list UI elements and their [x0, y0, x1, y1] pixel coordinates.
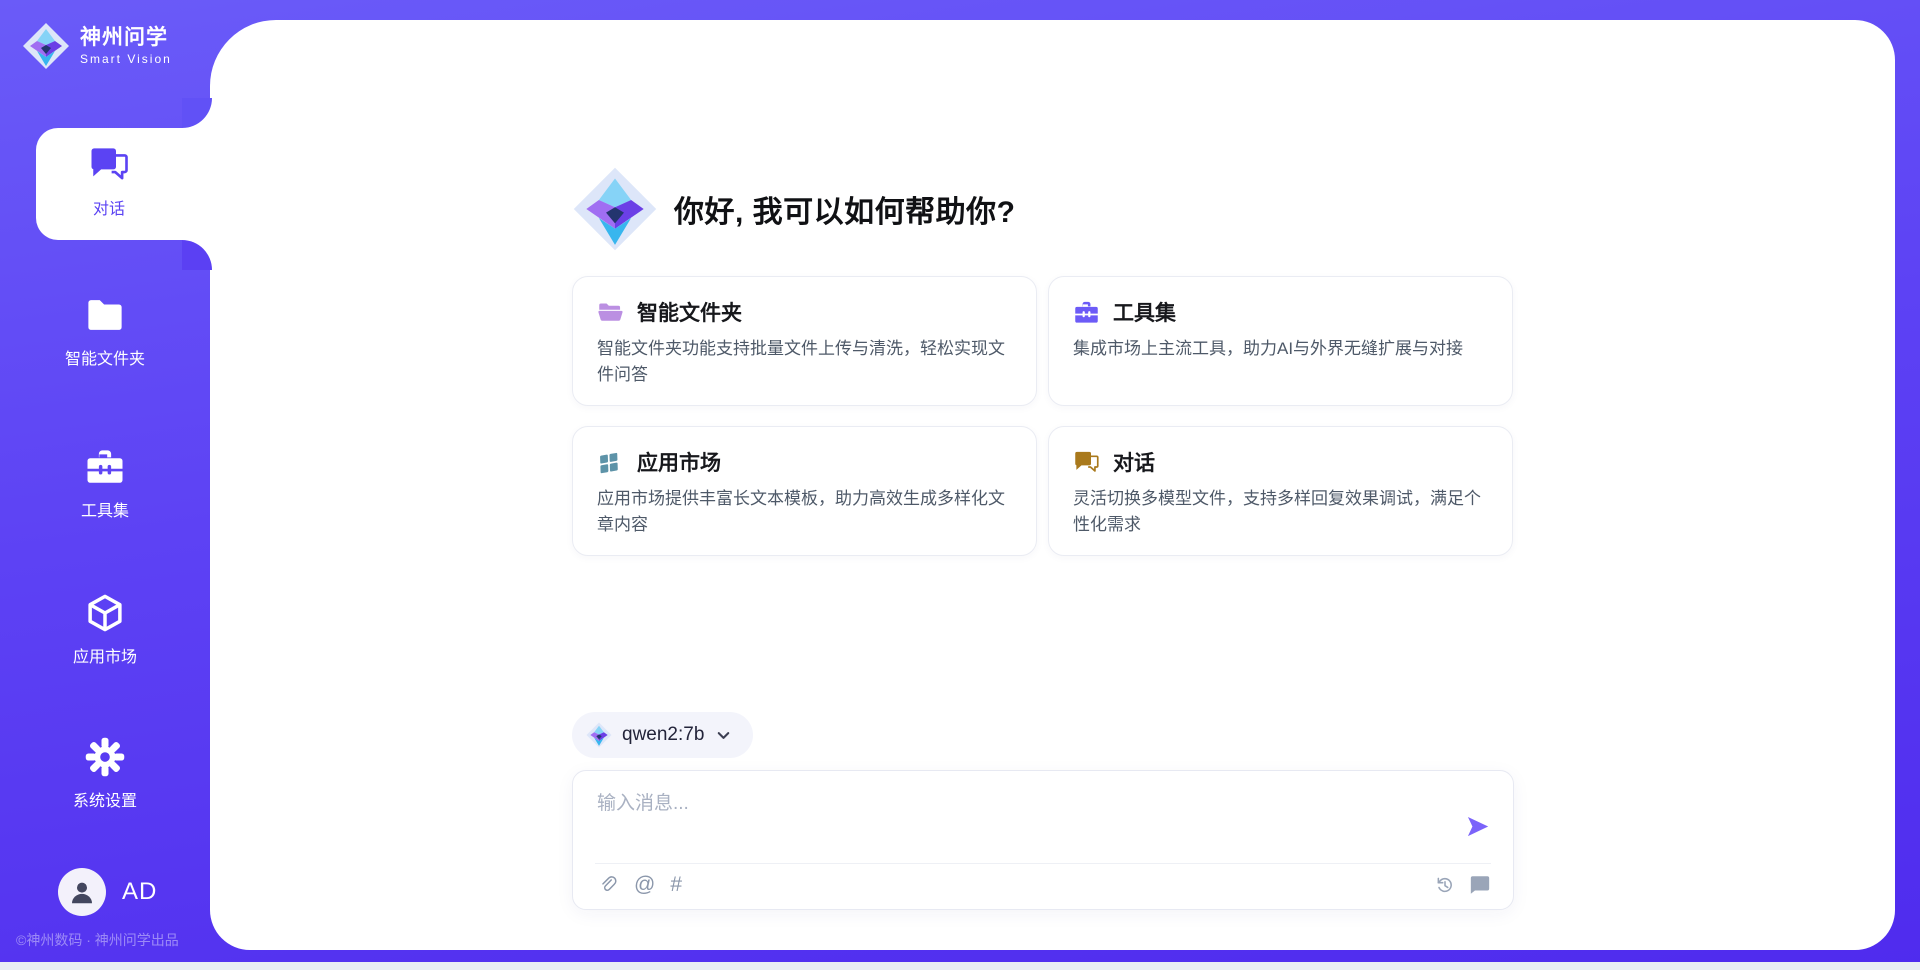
sidebar-item-toolkit[interactable]: 工具集	[30, 446, 180, 521]
person-icon	[67, 877, 97, 907]
card-chat[interactable]: 对话 灵活切换多模型文件，支持多样回复效果调试，满足个性化需求	[1048, 426, 1513, 556]
card-title: 工具集	[1113, 297, 1176, 327]
card-smart-folder[interactable]: 智能文件夹 智能文件夹功能支持批量文件上传与清洗，轻松实现文件问答	[572, 276, 1037, 406]
sidebar-item-chat[interactable]: 对话	[36, 144, 182, 219]
card-title: 对话	[1113, 447, 1155, 477]
sidebar-footer: ©神州数码 · 神州问学出品	[16, 930, 216, 950]
greeting-row: 你好, 我可以如何帮助你?	[572, 166, 1016, 252]
folder-open-icon	[597, 299, 624, 326]
bottom-edge-strip	[0, 962, 1920, 970]
message-input[interactable]	[597, 787, 1437, 821]
card-description: 灵活切换多模型文件，支持多样回复效果调试，满足个性化需求	[1073, 486, 1488, 537]
card-title: 智能文件夹	[637, 297, 742, 327]
card-app-market[interactable]: 应用市场 应用市场提供丰富长文本模板，助力高效生成多样化文章内容	[572, 426, 1037, 556]
folder-icon	[84, 294, 126, 336]
sidebar-item-label: 工具集	[81, 497, 129, 521]
sidebar-item-smart-folder[interactable]: 智能文件夹	[30, 294, 180, 369]
message-composer: @ #	[572, 770, 1514, 910]
card-title: 应用市场	[637, 447, 721, 477]
model-selector[interactable]: qwen2:7b	[572, 712, 753, 758]
app-name: 神州问学	[80, 26, 172, 49]
toolbox-icon	[1073, 299, 1100, 326]
sidebar-item-label: 对话	[93, 195, 125, 219]
history-icon[interactable]	[1434, 874, 1456, 896]
app-logo: 神州问学 Smart Vision	[22, 22, 172, 70]
sidebar-item-label: 系统设置	[73, 787, 137, 811]
app-logo-icon	[572, 166, 658, 252]
avatar	[58, 868, 106, 916]
sidebar-item-settings[interactable]: 系统设置	[30, 736, 180, 811]
market-grid-icon	[597, 449, 624, 476]
sidebar-item-app-market[interactable]: 应用市场	[30, 592, 180, 667]
card-description: 智能文件夹功能支持批量文件上传与清洗，轻松实现文件问答	[597, 336, 1012, 387]
greeting-title: 你好, 我可以如何帮助你?	[674, 187, 1016, 231]
send-icon[interactable]	[1464, 813, 1491, 840]
model-name: qwen2:7b	[622, 724, 704, 746]
mention-icon[interactable]: @	[634, 874, 655, 896]
chat-bubbles-icon	[1073, 449, 1100, 476]
tab-fillet-bottom	[182, 240, 212, 270]
composer-divider	[595, 863, 1491, 864]
tab-fillet-top	[182, 98, 212, 128]
main-panel: 你好, 我可以如何帮助你? 智能文件夹 智能文件夹功能支持批量文件上传与清洗，轻…	[210, 20, 1895, 950]
hashtag-icon[interactable]: #	[670, 874, 682, 896]
model-logo-icon	[586, 722, 612, 748]
gear-icon	[84, 736, 126, 778]
user-name: AD	[122, 878, 157, 906]
sidebar-item-label: 应用市场	[73, 643, 137, 667]
card-description: 集成市场上主流工具，助力AI与外界无缝扩展与对接	[1073, 336, 1488, 362]
user-account[interactable]: AD	[58, 868, 157, 916]
chevron-down-icon	[714, 726, 733, 745]
card-description: 应用市场提供丰富长文本模板，助力高效生成多样化文章内容	[597, 486, 1012, 537]
app-logo-icon	[22, 22, 70, 70]
card-toolkit[interactable]: 工具集 集成市场上主流工具，助力AI与外界无缝扩展与对接	[1048, 276, 1513, 406]
sidebar-item-label: 智能文件夹	[65, 345, 145, 369]
app-subtitle: Smart Vision	[80, 52, 172, 66]
toolbox-icon	[84, 446, 126, 488]
cube-icon	[84, 592, 126, 634]
chat-bubbles-icon	[88, 144, 130, 186]
paperclip-icon[interactable]	[597, 874, 619, 896]
chat-filled-icon[interactable]	[1469, 874, 1491, 896]
